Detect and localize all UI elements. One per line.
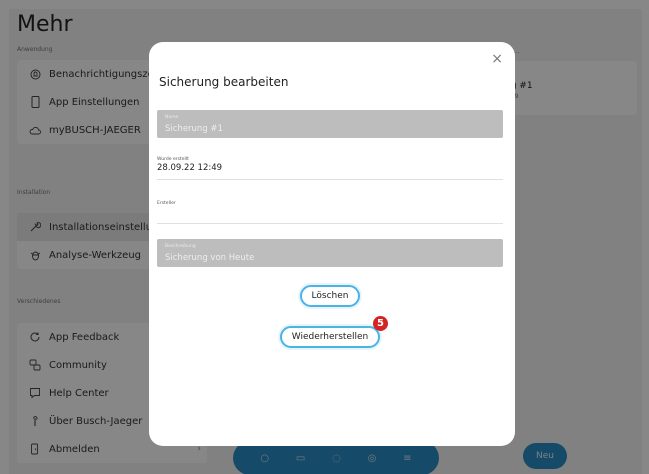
delete-button[interactable]: Löschen [300,285,360,307]
created-field-value: 28.09.22 12:49 [157,163,223,173]
name-field-value: Sicherung #1 [165,124,223,134]
created-field-label: Wurde erstellt [157,157,189,162]
name-field-label: Name [165,115,179,120]
description-field-value: Sicherung von Heute [165,253,255,263]
created-field: Wurde erstellt 28.09.22 12:49 [157,152,503,180]
edit-backup-dialog: × Sicherung bearbeiten Name Sicherung #1… [149,42,515,446]
name-field[interactable]: Name Sicherung #1 [157,110,503,138]
dialog-title: Sicherung bearbeiten [159,75,289,89]
description-field[interactable]: Beschreibung Sicherung von Heute [157,239,503,267]
restore-button[interactable]: Wiederherstellen [280,326,380,348]
creator-field: Ersteller [157,196,503,224]
description-field-label: Beschreibung [165,244,196,249]
close-icon[interactable]: × [491,51,503,67]
step-badge: 5 [373,316,388,331]
creator-field-label: Ersteller [157,201,176,206]
